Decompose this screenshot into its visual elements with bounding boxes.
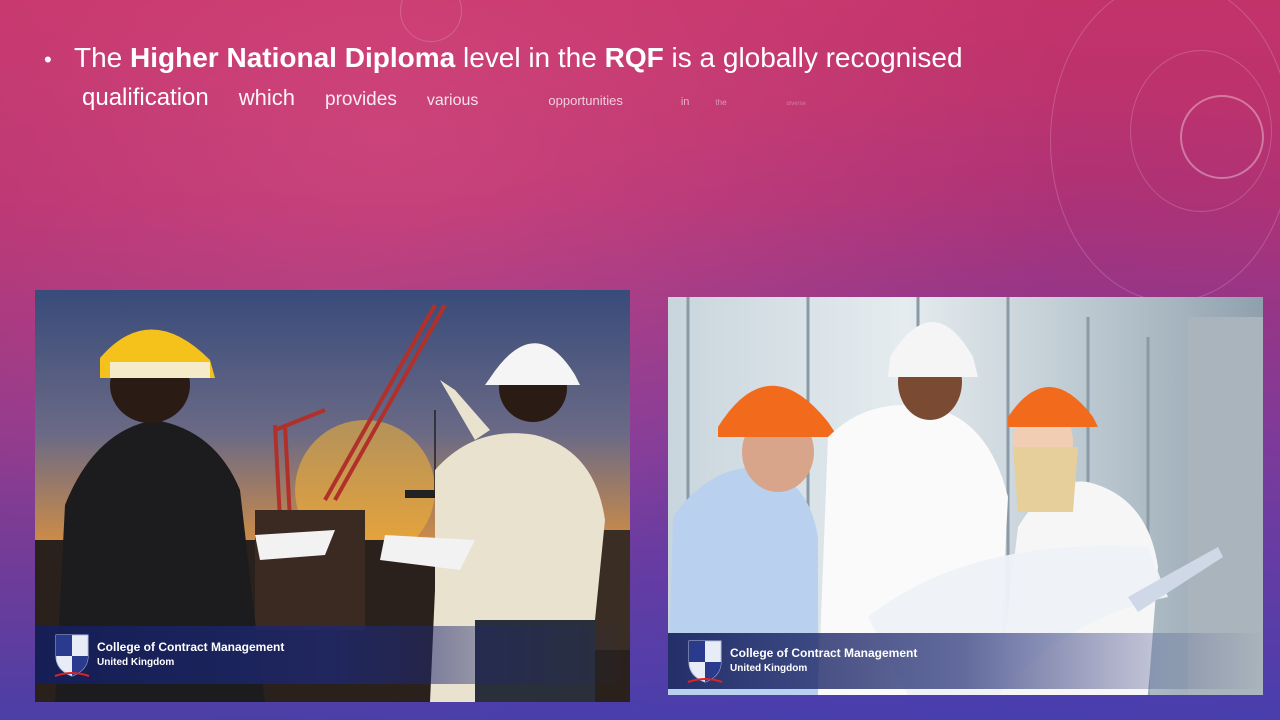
text-segment: level in the [462,42,597,73]
text-segment: The [74,42,123,73]
bullet-icon: • [44,47,52,72]
bullet-line: • The Higher National Diploma level in t… [44,40,1004,78]
animated-word: in [680,96,690,108]
animated-word: various [426,92,479,109]
college-banner: College of Contract Management United Ki… [35,626,630,684]
slide-body: • The Higher National Diploma level in t… [44,40,1004,112]
animated-word: provides [325,89,397,110]
animated-word: diverse [786,101,806,107]
banner-text: College of Contract Management United Ki… [730,645,917,677]
decorative-ring [1180,95,1264,179]
college-crest-icon [687,640,723,683]
animated-word: qualification [82,84,209,111]
text-segment: is a globally recognised [671,42,963,73]
bold-text: Higher National Diploma [130,42,456,73]
banner-text: College of Contract Management United Ki… [97,639,284,671]
college-banner: College of Contract Management United Ki… [668,633,1263,689]
college-name: College of Contract Management [730,646,918,660]
college-name: College of Contract Management [97,640,285,654]
animated-word: the [715,98,727,107]
team-review-photo: College of Contract Management United Ki… [668,297,1263,695]
college-country: United Kingdom [97,657,175,668]
animated-line: qualification which provides various opp… [82,84,1004,112]
college-crest-icon [54,634,90,677]
bold-text: RQF [604,42,664,73]
construction-site-photo: College of Contract Management United Ki… [35,290,630,702]
animated-word: which [238,85,295,110]
animated-word: opportunities [548,93,623,108]
text: The Higher National Diploma level in the… [74,40,963,76]
college-country: United Kingdom [730,663,808,674]
